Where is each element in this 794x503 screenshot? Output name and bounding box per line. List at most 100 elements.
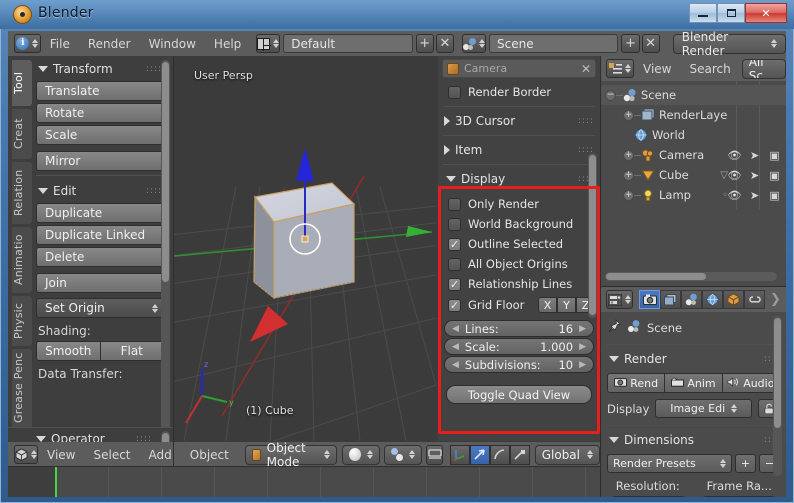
- screen-name-field[interactable]: Default: [283, 34, 412, 53]
- render-display-selector[interactable]: Image Edi: [655, 399, 752, 418]
- section-dimensions[interactable]: Dimensions ::::: [601, 430, 786, 450]
- outliner-horizontal-scrollbar[interactable]: [605, 272, 777, 281]
- close-icon[interactable]: ✕: [581, 62, 591, 76]
- collapse-icon[interactable]: −: [605, 90, 616, 101]
- scale-manipulator-icon[interactable]: [510, 445, 530, 465]
- close-button[interactable]: ✕: [745, 3, 787, 23]
- sidebar-tab-physics[interactable]: Physic: [12, 296, 32, 346]
- outliner-row-camera[interactable]: + Camera 👁 ➤ ▣: [601, 145, 786, 165]
- increment-arrow-icon[interactable]: ▶: [579, 342, 586, 352]
- grid-floor-checkbox[interactable]: ✓: [448, 299, 461, 312]
- menu-window[interactable]: Window: [140, 35, 205, 53]
- region-divider[interactable]: [601, 286, 786, 287]
- properties-scrollbar[interactable]: [773, 316, 782, 476]
- selectability-cursor-icon[interactable]: ➤: [747, 149, 762, 162]
- relationship-lines-row[interactable]: ✓ Relationship Lines: [438, 274, 600, 294]
- minimize-button[interactable]: [689, 3, 717, 23]
- only-render-checkbox[interactable]: [448, 198, 461, 211]
- mesh-data-icon[interactable]: ▽: [720, 170, 728, 181]
- scene-icon[interactable]: [462, 34, 486, 53]
- section-edit[interactable]: Edit ::::: [36, 180, 164, 203]
- rotate-button[interactable]: Rotate: [36, 103, 164, 123]
- grid-scale-field[interactable]: ◀ Scale: 1.000 ▶: [444, 338, 594, 355]
- add-screen-button[interactable]: +: [416, 34, 434, 53]
- menu-help[interactable]: Help: [205, 35, 250, 53]
- grid-axis-y-button[interactable]: Y: [557, 297, 576, 313]
- sidebar-tab-tool[interactable]: Tool: [12, 60, 32, 106]
- menu-file[interactable]: File: [41, 35, 79, 53]
- decrement-arrow-icon[interactable]: ◀: [452, 324, 459, 334]
- menu-render[interactable]: Render: [79, 35, 140, 53]
- add-scene-button[interactable]: +: [621, 34, 639, 53]
- visibility-eye-icon[interactable]: 👁: [727, 149, 742, 162]
- section-3d-cursor[interactable]: 3D Cursor ::::: [438, 111, 600, 131]
- camera-name-field[interactable]: Camera ✕: [442, 59, 596, 78]
- expand-icon[interactable]: +: [623, 190, 634, 201]
- section-item[interactable]: Item ::::: [438, 140, 600, 160]
- join-button[interactable]: Join: [36, 273, 164, 293]
- viewport-menu-view[interactable]: View: [38, 446, 84, 464]
- info-editor-icon[interactable]: i: [14, 34, 41, 53]
- delete-screen-button[interactable]: ✕: [436, 34, 454, 53]
- outline-selected-row[interactable]: ✓ Outline Selected: [438, 234, 600, 254]
- pin-icon[interactable]: [607, 318, 621, 337]
- transform-orientation-selector[interactable]: Global: [535, 445, 600, 465]
- 3d-view-editor-icon[interactable]: [14, 445, 38, 464]
- delete-button[interactable]: Delete: [36, 247, 164, 267]
- region-divider[interactable]: [173, 56, 174, 467]
- screen-layout-icon[interactable]: [256, 34, 280, 53]
- sidebar-tab-relations[interactable]: Relation: [12, 162, 32, 224]
- scale-button[interactable]: Scale: [36, 125, 164, 145]
- region-divider[interactable]: [8, 466, 600, 467]
- outliner-menu-search[interactable]: Search: [680, 60, 739, 78]
- outliner-row-lamp[interactable]: + Lamp 👁 ➤ ▣ ◦: [601, 185, 786, 205]
- render-engine-selector[interactable]: Blender Render: [673, 34, 786, 54]
- outliner-row-cube[interactable]: + Cube 👁 ➤ ▣ ▽: [601, 165, 786, 185]
- tab-world[interactable]: [702, 290, 723, 309]
- visibility-eye-icon[interactable]: 👁: [727, 189, 742, 202]
- selectability-cursor-icon[interactable]: ➤: [747, 189, 762, 202]
- interaction-mode-selector[interactable]: Object Mode: [245, 445, 337, 465]
- grid-floor-row[interactable]: ✓ Grid Floor X Y Z: [438, 294, 600, 316]
- world-background-checkbox[interactable]: [448, 218, 461, 231]
- viewport-shading-selector[interactable]: [342, 445, 380, 465]
- properties-editor-icon[interactable]: [606, 290, 633, 309]
- duplicate-button[interactable]: Duplicate: [36, 203, 164, 223]
- flat-button[interactable]: Flat: [101, 341, 165, 361]
- visibility-eye-icon[interactable]: 👁: [727, 169, 742, 182]
- 3d-viewport[interactable]: z y User Persp (1) Cube: [174, 56, 436, 441]
- renderability-camera-icon[interactable]: ▣: [767, 169, 782, 182]
- tab-object[interactable]: [723, 290, 744, 309]
- outliner-row-world[interactable]: World: [601, 125, 786, 145]
- npanel-scrollbar[interactable]: [588, 153, 597, 318]
- all-object-origins-row[interactable]: All Object Origins: [438, 254, 600, 274]
- frame-start-field[interactable]: ◀ Start: 1 ▶: [698, 496, 781, 497]
- tabs-overflow-icon[interactable]: ❯: [765, 290, 786, 309]
- translate-button[interactable]: Translate: [36, 81, 164, 101]
- render-audio-button[interactable]: Audio: [723, 373, 780, 393]
- tab-render[interactable]: [639, 290, 660, 309]
- grid-axis-x-button[interactable]: X: [538, 297, 557, 313]
- world-background-row[interactable]: World Background: [438, 214, 600, 234]
- tab-constraints[interactable]: [744, 290, 765, 309]
- outline-selected-checkbox[interactable]: ✓: [448, 238, 461, 251]
- toggle-quad-view-button[interactable]: Toggle Quad View: [446, 385, 592, 404]
- rotate-manipulator-icon[interactable]: [490, 445, 510, 465]
- increment-arrow-icon[interactable]: ▶: [579, 360, 586, 370]
- viewport-menu-select[interactable]: Select: [84, 446, 139, 464]
- section-display[interactable]: Display ::::: [438, 169, 600, 189]
- set-origin-dropdown[interactable]: Set Origin: [36, 298, 164, 318]
- manipulator-toggle-icon[interactable]: [450, 445, 470, 465]
- relationship-lines-checkbox[interactable]: ✓: [448, 278, 461, 291]
- render-presets-selector[interactable]: Render Presets: [607, 454, 732, 473]
- renderability-camera-icon[interactable]: ▣: [767, 149, 782, 162]
- mirror-button[interactable]: Mirror: [36, 151, 164, 171]
- viewport-menu-add[interactable]: Add: [140, 446, 181, 464]
- decrement-arrow-icon[interactable]: ◀: [452, 360, 459, 370]
- pivot-point-selector[interactable]: [384, 445, 422, 465]
- section-render[interactable]: Render ::::: [601, 349, 786, 369]
- increment-arrow-icon[interactable]: ▶: [579, 324, 586, 334]
- selectability-cursor-icon[interactable]: ➤: [747, 169, 762, 182]
- sidebar-tab-grease-pencil[interactable]: Grease Penc: [12, 349, 32, 429]
- resolution-x-field[interactable]: ◀ 1920 p ▶: [607, 496, 690, 497]
